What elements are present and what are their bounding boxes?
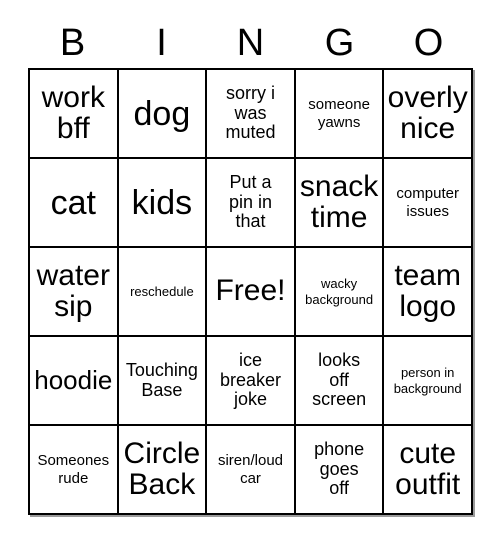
bingo-cell[interactable]: siren/loud car — [207, 426, 296, 515]
bingo-cell-label: Touching Base — [125, 359, 198, 400]
bingo-cell[interactable]: wacky background — [295, 248, 385, 337]
bingo-cell-label: looks off screen — [312, 349, 367, 410]
bingo-cell-free[interactable]: Free! — [207, 248, 296, 337]
bingo-cell[interactable]: looks off screen — [295, 337, 385, 426]
bingo-cell-label: team logo — [394, 258, 462, 323]
bingo-cell-label: cute outfit — [395, 436, 461, 501]
bingo-cell[interactable]: sorry i was muted — [207, 70, 296, 159]
bingo-cell-label: Someones rude — [37, 452, 110, 487]
bingo-cell[interactable]: Put a pin in that — [207, 159, 296, 248]
bingo-cell-label: overly nice — [387, 80, 468, 145]
header-letter-g: G — [324, 21, 355, 64]
bingo-cell[interactable]: Someones rude — [30, 426, 119, 515]
bingo-cell[interactable]: computer issues — [384, 159, 473, 248]
bingo-cell-label: sorry i was muted — [225, 82, 276, 143]
header-letter-i: I — [156, 21, 167, 64]
bingo-cell[interactable]: kids — [118, 159, 208, 248]
bingo-cell-label: wacky background — [305, 276, 374, 307]
bingo-cell-label: snack time — [299, 169, 379, 234]
bingo-cell-label: hoodie — [34, 364, 113, 395]
bingo-header: B I N G O — [28, 17, 473, 68]
bingo-cell[interactable]: water sip — [30, 248, 119, 337]
bingo-cell-label: person in background — [393, 365, 462, 396]
bingo-grid: work bff dog sorry i was muted someone yawn… — [28, 68, 473, 515]
bingo-cell[interactable]: someone yawns — [295, 70, 385, 159]
bingo-cell[interactable]: cat — [30, 159, 119, 248]
bingo-cell[interactable]: person in background — [384, 337, 473, 426]
bingo-cell[interactable]: work bff — [30, 70, 119, 159]
bingo-cell-label: work bff — [41, 80, 105, 145]
bingo-cell-label: water sip — [36, 258, 110, 323]
bingo-cell-label: reschedule — [130, 283, 194, 299]
bingo-cell[interactable]: Touching Base — [118, 337, 208, 426]
bingo-cell-label: ice breaker joke — [219, 349, 281, 410]
header-letter-n: N — [236, 21, 265, 64]
bingo-cell-label: dog — [133, 94, 191, 133]
bingo-cell[interactable]: team logo — [384, 248, 473, 337]
bingo-cell[interactable]: overly nice — [384, 70, 473, 159]
bingo-cell[interactable]: reschedule — [118, 248, 208, 337]
bingo-cell[interactable]: Circle Back — [118, 426, 208, 515]
bingo-cell[interactable]: hoodie — [30, 337, 119, 426]
bingo-card: B I N G O work bff dog sorry i was muted so… — [28, 17, 473, 515]
header-letter-b: B — [59, 21, 86, 64]
bingo-cell[interactable]: phone goes off — [295, 426, 385, 515]
bingo-cell-label: someone yawns — [308, 96, 370, 131]
bingo-cell[interactable]: snack time — [295, 159, 385, 248]
bingo-cell-label: Free! — [215, 274, 286, 308]
bingo-cell-label: siren/loud car — [217, 452, 284, 487]
bingo-cell-label: Circle Back — [123, 436, 201, 501]
bingo-cell[interactable]: cute outfit — [384, 426, 473, 515]
bingo-cell-label: computer issues — [396, 185, 459, 220]
bingo-cell-label: Put a pin in that — [228, 171, 272, 232]
bingo-cell-label: phone goes off — [314, 438, 365, 499]
bingo-cell[interactable]: dog — [118, 70, 208, 159]
bingo-cell-label: cat — [50, 183, 96, 222]
bingo-cell-label: kids — [131, 183, 193, 222]
bingo-cell[interactable]: ice breaker joke — [207, 337, 296, 426]
header-letter-o: O — [413, 21, 444, 64]
